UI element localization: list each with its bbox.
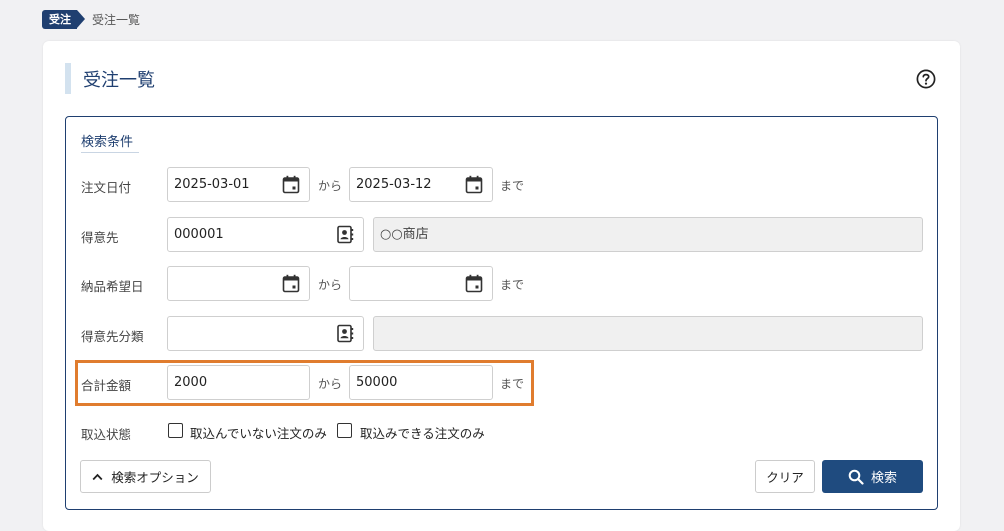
- legend-underline: [81, 152, 139, 153]
- customer-code-input[interactable]: 000001: [167, 217, 364, 252]
- range-from-text: から: [318, 278, 343, 292]
- range-to-text: まで: [500, 179, 525, 193]
- customer-class-label: 得意先分類: [81, 329, 144, 344]
- page-title: 受注一覧: [83, 70, 155, 91]
- delivery-date-from-input[interactable]: [167, 266, 310, 301]
- contact-book-icon[interactable]: [336, 225, 354, 244]
- range-to-text: まで: [500, 278, 525, 292]
- calendar-icon[interactable]: [465, 175, 483, 194]
- main-panel: 受注一覧 検索条件 注文日付 2025-03-01 から 2025-03-12 …: [43, 41, 960, 531]
- breadcrumb-tag-order[interactable]: 受注: [42, 10, 85, 29]
- checkbox-importable-label[interactable]: 取込みできる注文のみ: [360, 423, 485, 442]
- chevron-up-icon: [92, 473, 103, 480]
- total-amount-highlight: [75, 360, 534, 406]
- delivery-date-to-input[interactable]: [349, 266, 493, 301]
- clear-button[interactable]: クリア: [755, 460, 815, 493]
- customer-label: 得意先: [81, 230, 119, 245]
- search-options-button[interactable]: 検索オプション: [80, 460, 211, 493]
- delivery-date-label: 納品希望日: [81, 279, 144, 294]
- help-icon[interactable]: [916, 69, 936, 89]
- search-icon: [848, 469, 864, 485]
- title-accent-bar: [65, 63, 71, 94]
- breadcrumb: 受注 受注一覧: [42, 10, 140, 29]
- checkbox-not-imported-label[interactable]: 取込んでいない注文のみ: [190, 423, 327, 442]
- customer-name-field: ○○商店: [373, 217, 923, 252]
- customer-class-code-input[interactable]: [167, 316, 364, 351]
- checkbox-importable[interactable]: [337, 423, 352, 438]
- calendar-icon[interactable]: [282, 274, 300, 293]
- search-button-label: 検索: [870, 471, 897, 486]
- checkbox-not-imported[interactable]: [168, 423, 183, 438]
- calendar-icon[interactable]: [282, 175, 300, 194]
- contact-book-icon[interactable]: [336, 324, 354, 343]
- import-status-label: 取込状態: [81, 427, 132, 442]
- breadcrumb-current: 受注一覧: [92, 13, 141, 27]
- search-conditions-legend: 検索条件: [81, 135, 134, 150]
- range-from-text: から: [318, 179, 343, 193]
- order-date-label: 注文日付: [81, 180, 132, 195]
- order-date-to-input[interactable]: 2025-03-12: [349, 167, 493, 202]
- search-conditions-fieldset: 検索条件 注文日付 2025-03-01 から 2025-03-12 まで 得意…: [65, 116, 938, 510]
- calendar-icon[interactable]: [465, 274, 483, 293]
- order-date-from-input[interactable]: 2025-03-01: [167, 167, 310, 202]
- search-button[interactable]: 検索: [822, 460, 923, 493]
- search-options-label: 検索オプション: [111, 470, 199, 485]
- customer-class-name-field: [373, 316, 923, 351]
